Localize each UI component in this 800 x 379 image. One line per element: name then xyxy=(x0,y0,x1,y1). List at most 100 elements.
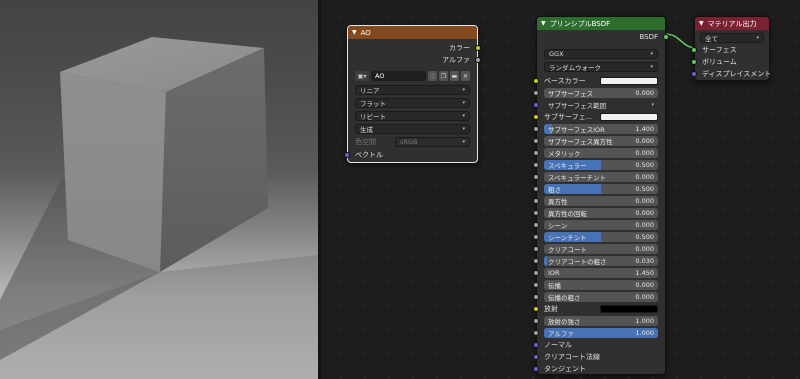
collapse-chevron-icon[interactable]: ▼ xyxy=(541,20,546,27)
value-slider[interactable]: 異方性 0.000 xyxy=(544,196,658,206)
bsdf-input-socket[interactable] xyxy=(533,330,539,336)
slider-value: 1.000 xyxy=(635,329,654,337)
volume-input-socket[interactable] xyxy=(691,59,697,65)
fake-user-icon[interactable]: ♡ xyxy=(428,71,437,81)
bsdf-input-socket[interactable] xyxy=(533,174,539,180)
bsdf-input-socket[interactable] xyxy=(533,282,539,288)
bsdf-input-row: スペキュラー 0.500 xyxy=(533,159,665,171)
slider-label: サブサーフェス異方性 xyxy=(548,138,613,146)
slider-label: 粗さ xyxy=(548,186,561,194)
bsdf-input-socket[interactable] xyxy=(533,258,539,264)
value-slider[interactable]: シーン 0.000 xyxy=(544,220,658,230)
value-slider[interactable]: 粗さ 0.500 xyxy=(544,184,658,194)
bsdf-node-title: プリンシプルBSDF xyxy=(549,19,611,28)
value-slider[interactable]: サブサーフェスIOR 1.400 xyxy=(544,124,658,134)
bsdf-input-row: クリアコート法線 xyxy=(533,351,665,363)
subsurface-radius-dropdown[interactable]: サブサーフェス範囲 ▾ xyxy=(544,100,658,110)
bsdf-input-socket[interactable] xyxy=(533,186,539,192)
interpolation-dropdown[interactable]: リニア ▾ xyxy=(355,85,470,95)
color-swatch[interactable] xyxy=(600,77,658,85)
subsurface-method-dropdown[interactable]: ランダムウォーク ▾ xyxy=(544,62,658,72)
bsdf-input-socket[interactable] xyxy=(533,162,539,168)
image-name-field[interactable]: AO xyxy=(371,71,426,81)
value-slider[interactable]: IOR 1.450 xyxy=(544,268,658,278)
slider-value: 0.000 xyxy=(635,245,654,253)
bsdf-input-socket[interactable] xyxy=(533,114,539,120)
bsdf-to-surface-link xyxy=(664,33,698,49)
unlink-icon[interactable]: ✕ xyxy=(461,71,470,81)
bsdf-input-row: 異方性 0.000 xyxy=(533,195,665,207)
bsdf-input-socket[interactable] xyxy=(533,234,539,240)
value-slider[interactable]: サブサーフェス異方性 0.000 xyxy=(544,136,658,146)
value-slider[interactable]: シーンチント 0.500 xyxy=(544,232,658,242)
value-slider[interactable]: スペキュラーチント 0.000 xyxy=(544,172,658,182)
slider-value: 0.030 xyxy=(635,257,654,265)
shader-node-editor[interactable]: ▼ AO カラー アルファ ▣▾ AO ♡ ❐ ▬ ✕ リニア ▾ フラット ▾… xyxy=(321,0,800,379)
bsdf-input-socket[interactable] xyxy=(533,342,539,348)
bsdf-input-socket[interactable] xyxy=(533,138,539,144)
bsdf-input-socket[interactable] xyxy=(533,222,539,228)
collapse-chevron-icon[interactable]: ▼ xyxy=(352,29,357,36)
value-slider[interactable]: 異方性の回転 0.000 xyxy=(544,208,658,218)
color-output-socket[interactable] xyxy=(475,45,481,51)
ao-image-texture-node[interactable]: ▼ AO カラー アルファ ▣▾ AO ♡ ❐ ▬ ✕ リニア ▾ フラット ▾… xyxy=(344,25,481,163)
bsdf-input-socket[interactable] xyxy=(533,294,539,300)
value-slider[interactable]: 伝播 0.000 xyxy=(544,280,658,290)
value-slider[interactable]: クリアコートの粗さ 0.030 xyxy=(544,256,658,266)
bsdf-input-socket[interactable] xyxy=(533,78,539,84)
bsdf-input-socket[interactable] xyxy=(533,90,539,96)
ao-node-header[interactable]: ▼ AO xyxy=(348,26,477,39)
slider-value: 0.000 xyxy=(635,89,654,97)
target-dropdown[interactable]: 全て ▾ xyxy=(700,33,764,43)
bsdf-input-socket[interactable] xyxy=(533,318,539,324)
bsdf-node-header[interactable]: ▼ プリンシプルBSDF xyxy=(537,17,665,30)
value-slider[interactable]: アルファ 1.000 xyxy=(544,328,658,338)
value-slider[interactable]: クリアコート 0.000 xyxy=(544,244,658,254)
bsdf-input-label: クリアコート法線 xyxy=(544,353,600,361)
image-browse-icon[interactable]: ▣▾ xyxy=(355,71,369,81)
open-folder-icon[interactable]: ▬ xyxy=(450,71,459,81)
bsdf-input-socket[interactable] xyxy=(533,246,539,252)
slider-value: 1.450 xyxy=(635,269,654,277)
bsdf-input-socket[interactable] xyxy=(533,366,539,372)
surface-input-socket[interactable] xyxy=(691,47,697,53)
principled-bsdf-node[interactable]: ▼ プリンシプルBSDF BSDF GGX ▾ ランダムウォーク ▾ ベースカラーサ… xyxy=(533,16,669,375)
bsdf-input-socket[interactable] xyxy=(533,198,539,204)
projection-dropdown[interactable]: フラット ▾ xyxy=(355,98,470,108)
output-node-header[interactable]: ▼ マテリアル出力 xyxy=(695,17,769,30)
source-dropdown[interactable]: 生成 ▾ xyxy=(355,124,470,134)
bsdf-input-socket[interactable] xyxy=(533,270,539,276)
displacement-input-socket[interactable] xyxy=(691,71,697,77)
bsdf-input-row: 異方性の回転 0.000 xyxy=(533,207,665,219)
distribution-dropdown[interactable]: GGX ▾ xyxy=(544,49,658,59)
slider-label: 異方性 xyxy=(548,198,568,206)
duplicate-icon[interactable]: ❐ xyxy=(439,71,448,81)
value-slider[interactable]: メタリック 0.000 xyxy=(544,148,658,158)
material-output-node[interactable]: ▼ マテリアル出力 全て ▾ サーフェス ボリューム ディスプレイスメント xyxy=(691,16,771,81)
value-slider[interactable]: サブサーフェス 0.000 xyxy=(544,88,658,98)
collapse-chevron-icon[interactable]: ▼ xyxy=(699,20,704,27)
bsdf-input-socket[interactable] xyxy=(533,102,539,108)
alpha-output-socket[interactable] xyxy=(475,57,481,63)
colorspace-dropdown: sRGB ▾ xyxy=(395,137,470,147)
extension-dropdown[interactable]: リピート ▾ xyxy=(355,111,470,121)
slider-value: 1.000 xyxy=(635,317,654,325)
value-slider[interactable]: 伝播の粗さ 0.000 xyxy=(544,292,658,302)
bsdf-input-label: ノーマル xyxy=(544,341,572,349)
bsdf-input-socket[interactable] xyxy=(533,354,539,360)
slider-label: スペキュラー xyxy=(548,162,587,170)
bsdf-input-socket[interactable] xyxy=(533,126,539,132)
value-slider[interactable]: 放射の強さ 1.000 xyxy=(544,316,658,326)
3d-viewport[interactable] xyxy=(0,0,318,379)
color-swatch[interactable] xyxy=(600,113,658,121)
bsdf-input-row: 伝播 0.000 xyxy=(533,279,665,291)
bsdf-output-socket[interactable] xyxy=(663,34,669,40)
color-output-label: カラー xyxy=(449,44,470,52)
bsdf-input-socket[interactable] xyxy=(533,150,539,156)
bsdf-input-socket[interactable] xyxy=(533,210,539,216)
vector-input-socket[interactable] xyxy=(344,152,350,158)
value-slider[interactable]: スペキュラー 0.500 xyxy=(544,160,658,170)
color-swatch[interactable] xyxy=(600,305,658,313)
bsdf-input-row: アルファ 1.000 xyxy=(533,327,665,339)
bsdf-input-socket[interactable] xyxy=(533,306,539,312)
